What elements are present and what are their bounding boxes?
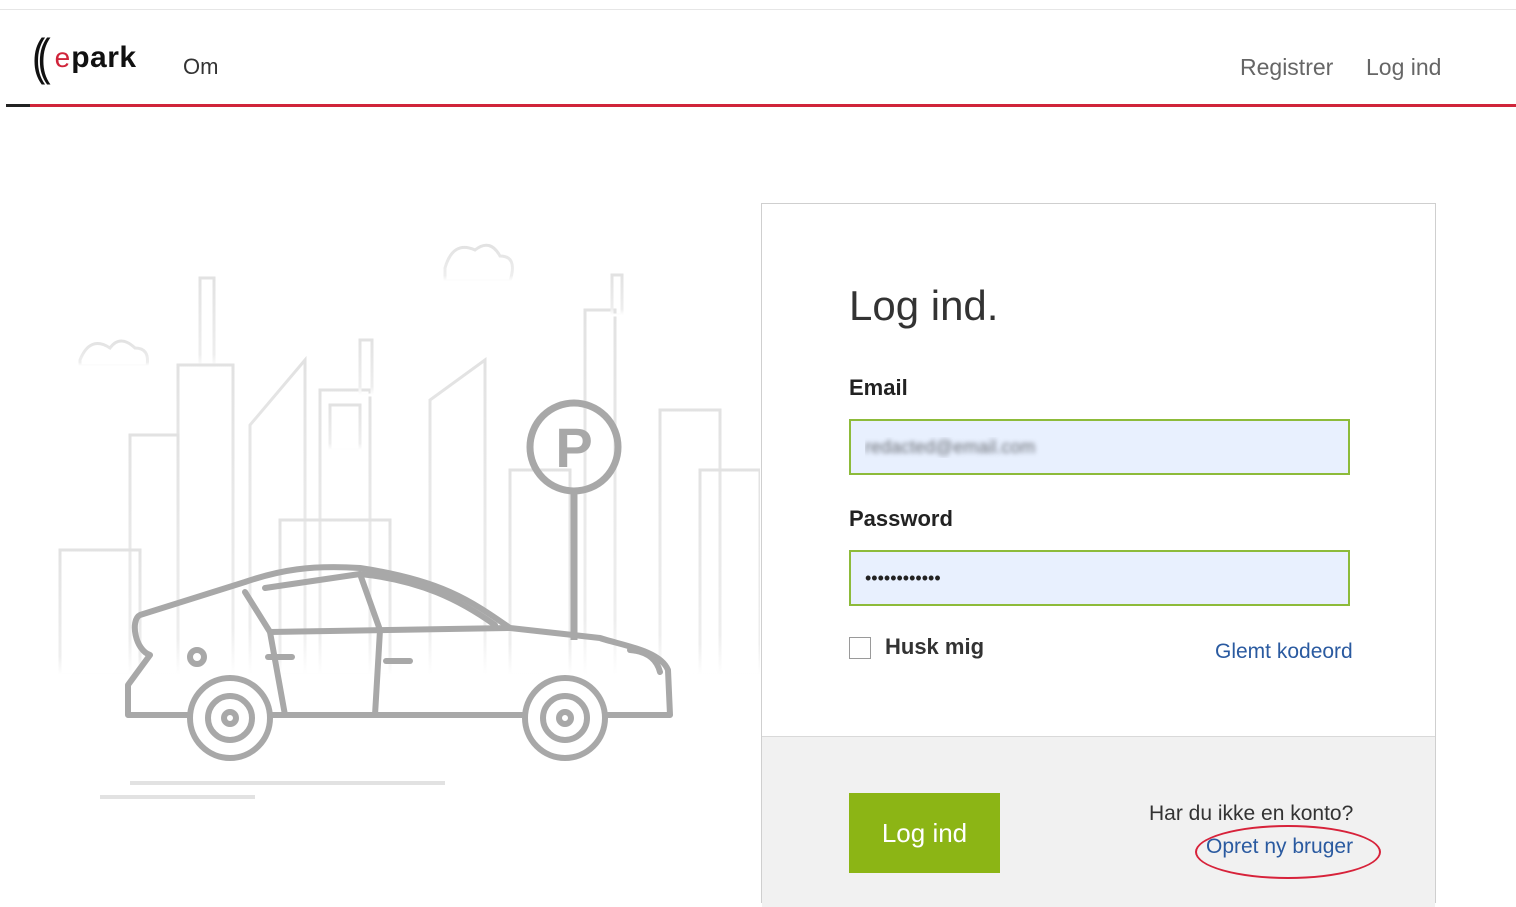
nav-underline-accent xyxy=(6,104,30,107)
car-icon xyxy=(125,564,673,761)
email-label: Email xyxy=(849,375,908,400)
parking-sign-letter: P xyxy=(555,416,592,479)
nav-link-register[interactable]: Registrer xyxy=(1240,54,1333,81)
forgot-password-link[interactable]: Glemt kodeord xyxy=(1215,640,1353,664)
email-field[interactable] xyxy=(849,419,1350,475)
login-button[interactable]: Log ind xyxy=(849,793,1000,873)
nav-link-login[interactable]: Log ind xyxy=(1366,54,1441,81)
nav-link-om[interactable]: Om xyxy=(183,54,218,80)
logo-e: e xyxy=(54,42,71,73)
password-label: Password xyxy=(849,506,953,531)
city-parking-illustration: P xyxy=(58,243,760,799)
nav-underline xyxy=(6,104,1516,107)
remember-me-checkbox[interactable] xyxy=(849,637,871,659)
ground-lines xyxy=(100,781,445,799)
login-card: Log ind. Email Password Husk mig Glemt k… xyxy=(761,203,1436,907)
city-skyline xyxy=(58,243,760,677)
password-field[interactable] xyxy=(849,550,1350,606)
epark-logo[interactable]: (( e park xyxy=(32,28,137,88)
page-title: Log ind. xyxy=(849,282,999,329)
login-card-footer: Log ind Har du ikke en konto? Opret ny b… xyxy=(762,736,1435,907)
no-account-text: Har du ikke en konto? xyxy=(1149,802,1354,825)
annotation-circle xyxy=(1195,825,1381,879)
navbar: (( e park Om Registrer Log ind xyxy=(0,10,1516,108)
logo-parens: (( xyxy=(32,29,50,85)
logo-park: park xyxy=(71,41,137,74)
remember-me-label: Husk mig xyxy=(885,634,985,659)
